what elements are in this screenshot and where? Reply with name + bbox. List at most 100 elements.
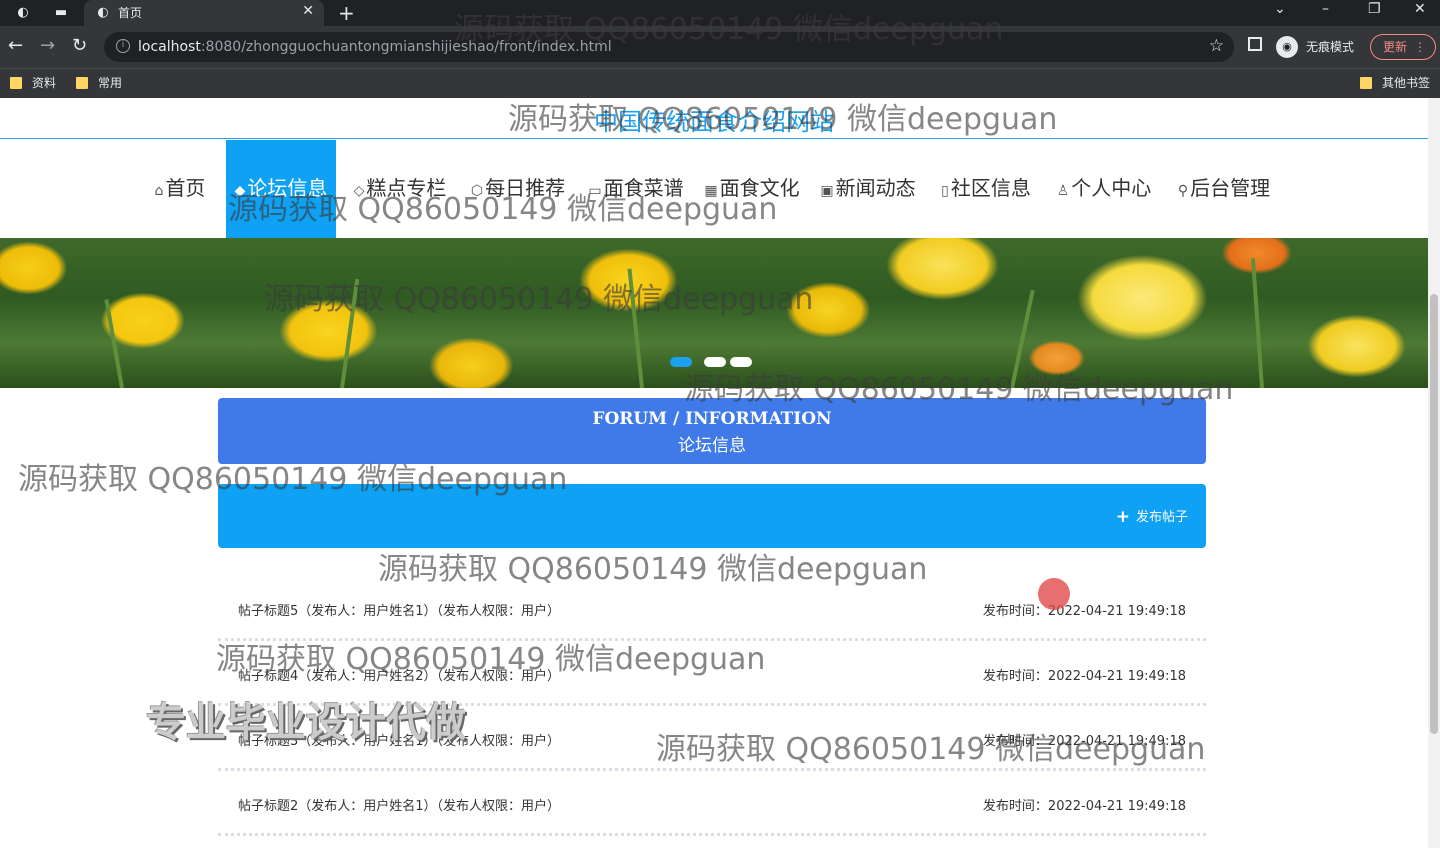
nav-item-label: 后台管理	[1190, 176, 1271, 200]
section-header: FORUM / INFORMATION 论坛信息	[218, 398, 1206, 464]
section-title-cn: 论坛信息	[678, 436, 746, 456]
post-divider	[218, 768, 1206, 774]
nav-item-label: 社区信息	[950, 176, 1031, 200]
post-title[interactable]: 帖子标题2（发布人：用户姓名1）（发布人权限：用户）	[238, 795, 560, 814]
carousel-dot[interactable]	[704, 357, 726, 367]
banner-carousel[interactable]	[0, 238, 1428, 388]
post-title[interactable]: 帖子标题5（发布人：用户姓名1）（发布人权限：用户）	[238, 600, 560, 619]
tab-close-icon[interactable]: ✕	[302, 3, 314, 19]
nav-item-calendar[interactable]: ▦ 面食文化	[702, 140, 802, 238]
nav-item-label: 面食菜谱	[603, 176, 684, 200]
scrollbar-thumb[interactable]	[1430, 294, 1438, 734]
url-host: localhost	[138, 39, 201, 55]
url-path: :8080/zhongguochuantongmianshijieshao/fr…	[200, 39, 612, 55]
nav-item-community[interactable]: ▯ 社区信息	[936, 140, 1036, 238]
tab-favicon-icon: ◐	[97, 5, 109, 20]
watermark-big: 专业毕业设计代做	[146, 700, 466, 746]
folder-icon	[10, 77, 22, 89]
publish-post-button[interactable]: + 发布帖子	[1116, 506, 1188, 527]
new-tab-icon[interactable]: +	[338, 1, 355, 25]
forward-icon[interactable]: →	[40, 36, 55, 56]
browser-tab[interactable]: ◐ 首页 ✕	[84, 0, 324, 26]
back-icon[interactable]: ←	[8, 36, 23, 56]
cube-icon: ⬡	[470, 183, 484, 199]
home-icon: ⌂	[154, 183, 164, 199]
nav-item-cube[interactable]: ⬡ 每日推荐	[468, 140, 568, 238]
bookmark-label: 常用	[98, 76, 123, 90]
nav-item-tag[interactable]: ◇ 糕点专栏	[350, 140, 450, 238]
menu-icon: ▭	[588, 183, 602, 199]
page-scrollbar[interactable]	[1428, 98, 1440, 848]
post-divider	[218, 833, 1206, 839]
banner-stem	[1010, 289, 1035, 388]
bookmark-folder-常用[interactable]: 常用	[76, 74, 122, 92]
nav-item-home[interactable]: ⌂ 首页	[148, 140, 212, 238]
banner-stem	[340, 278, 360, 388]
more-menu-icon[interactable]: ⋮	[1414, 35, 1426, 59]
user-icon: ♙	[1056, 183, 1070, 199]
title-divider	[0, 138, 1428, 139]
forum-icon: ◆	[234, 183, 246, 199]
bookmark-star-icon[interactable]: ☆	[1209, 36, 1224, 56]
tab-search-icon[interactable]: ▬	[52, 4, 70, 22]
incognito-label: 无痕模式	[1306, 40, 1355, 54]
address-toolbar: ← → ↻ i localhost:8080/zhongguochuantong…	[0, 26, 1440, 68]
bookmark-label: 资料	[32, 76, 57, 90]
browser-tab-strip: ◐ ▬ ◐ 首页 ✕ + ⌄ – ❐ ✕	[0, 0, 1440, 26]
banner-stem	[627, 268, 644, 388]
bookmark-folder-资料[interactable]: 资料	[10, 74, 56, 92]
post-time: 发布时间：2022-04-21 19:49:18	[982, 799, 1186, 814]
other-bookmarks-label: 其他书签	[1382, 76, 1431, 90]
post-time: 发布时间：2022-04-21 19:49:18	[982, 734, 1186, 749]
site-info-icon[interactable]: i	[116, 39, 130, 53]
reload-icon[interactable]: ↻	[72, 36, 87, 56]
post-title[interactable]: 帖子标题4（发布人：用户姓名2）（发布人权限：用户）	[238, 665, 560, 684]
nav-item-label: 论坛信息	[247, 176, 328, 200]
carousel-dots	[670, 357, 760, 367]
url-bar[interactable]: i localhost:8080/zhongguochuantongmiansh…	[104, 32, 1234, 62]
publish-post-label: 发布帖子	[1135, 510, 1188, 525]
nav-item-label: 新闻动态	[835, 176, 916, 200]
url-text: localhost:8080/zhongguochuantongmianshij…	[138, 39, 612, 55]
nav-item-label: 个人中心	[1071, 176, 1152, 200]
news-icon: ▣	[820, 183, 834, 199]
tab-list-chevron-icon[interactable]: ⌄	[1274, 1, 1286, 17]
bookmarks-bar: 资料 常用 其他书签	[0, 68, 1440, 98]
browser-logo-icon[interactable]: ◐	[14, 4, 32, 22]
community-icon: ▯	[941, 183, 949, 199]
plus-icon: +	[1115, 507, 1130, 527]
tab-title: 首页	[118, 6, 143, 20]
nav-item-link[interactable]: ⚲ 后台管理	[1174, 140, 1274, 238]
post-divider	[218, 638, 1206, 644]
nav-item-label: 首页	[165, 176, 206, 200]
update-label: 更新	[1383, 40, 1408, 54]
folder-icon	[76, 77, 88, 89]
minimize-icon[interactable]: –	[1322, 1, 1329, 17]
update-button[interactable]: 更新 ⋮	[1370, 34, 1436, 60]
calendar-icon: ▦	[704, 183, 718, 199]
tag-icon: ◇	[353, 183, 365, 199]
other-bookmarks[interactable]: 其他书签	[1360, 74, 1430, 92]
nav-item-forum[interactable]: ◆ 论坛信息	[226, 140, 336, 238]
banner-stem	[1250, 258, 1264, 388]
nav-item-menu[interactable]: ▭ 面食菜谱	[586, 140, 686, 238]
post-time: 发布时间：2022-04-21 19:49:18	[982, 604, 1186, 619]
incognito-icon: ◉	[1276, 36, 1298, 58]
link-icon: ⚲	[1177, 183, 1189, 199]
main-nav: ⌂ 首页 ◆ 论坛信息 ◇ 糕点专栏 ⬡ 每日推荐 ▭ 面食菜谱 ▦ 面食文化 ▣ 新闻动态 ▯ 社区信息 ♙ 个…	[0, 140, 1428, 238]
nav-item-user[interactable]: ♙ 个人中心	[1054, 140, 1154, 238]
restore-icon[interactable]: ❐	[1368, 1, 1381, 17]
section-title-en: FORUM / INFORMATION	[592, 409, 832, 429]
nav-item-news[interactable]: ▣ 新闻动态	[818, 140, 918, 238]
window-close-icon[interactable]: ✕	[1414, 1, 1426, 17]
incognito-indicator[interactable]: ◉ 无痕模式	[1276, 34, 1354, 60]
click-indicator	[1038, 578, 1070, 610]
post-row[interactable]: 帖子标题2（发布人：用户姓名1）（发布人权限：用户） 发布时间：2022-04-…	[218, 779, 1206, 844]
post-time: 发布时间：2022-04-21 19:49:18	[982, 669, 1186, 684]
carousel-dot[interactable]	[670, 357, 692, 367]
forum-action-bar: + 发布帖子	[218, 484, 1206, 548]
side-panel-icon[interactable]	[1248, 37, 1262, 51]
banner-stem	[104, 299, 124, 388]
carousel-dot[interactable]	[730, 357, 752, 367]
site-title: 中国传统面食介绍网站	[594, 108, 834, 136]
